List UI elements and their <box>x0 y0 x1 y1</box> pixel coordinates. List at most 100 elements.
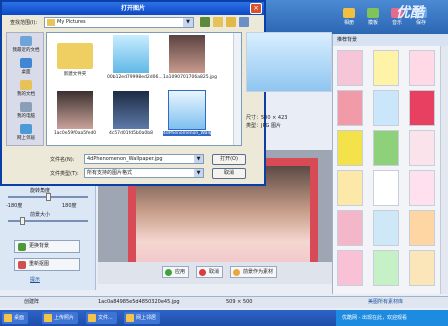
change-bg-button[interactable]: 更换背景 <box>14 240 80 253</box>
place-computer[interactable]: 我的电脑 <box>7 101 45 121</box>
gallery-thumb[interactable] <box>337 250 363 286</box>
gallery-thumb[interactable] <box>373 250 399 286</box>
cancel-button[interactable]: 取消 <box>212 168 246 179</box>
documents-icon <box>20 80 32 90</box>
gallery-thumb[interactable] <box>337 210 363 246</box>
preview-image <box>246 32 332 92</box>
image-thumbnail <box>113 91 149 129</box>
gallery-thumb[interactable] <box>409 90 435 126</box>
status-bar: 创建阵 1ac0a84985e5d4850320e45.jpg 509 × 50… <box>0 296 448 308</box>
file-list-scrollbar[interactable] <box>233 33 241 145</box>
folder-icon <box>44 314 52 322</box>
place-desktop[interactable]: 桌面 <box>7 57 45 77</box>
taskbar-item[interactable]: 上传照片 <box>42 312 79 324</box>
place-network[interactable]: 网上邻居 <box>7 123 45 143</box>
rotate-knob[interactable] <box>46 193 51 201</box>
check-icon <box>165 269 172 276</box>
place-recent[interactable]: 我最近的文档 <box>7 35 45 55</box>
recent-docs-icon <box>20 36 32 46</box>
tab-album[interactable]: 相册 <box>338 8 360 30</box>
dialog-title: 打开图片 <box>2 2 264 15</box>
image-thumbnail <box>169 35 205 73</box>
status-size: 509 × 500 <box>226 299 253 305</box>
gallery-thumb[interactable] <box>409 130 435 166</box>
desktop-icon <box>20 58 32 68</box>
gallery-thumb[interactable] <box>373 170 399 206</box>
size-knob[interactable] <box>20 217 25 225</box>
rotate-slider[interactable] <box>8 193 88 201</box>
gallery-thumb[interactable] <box>373 210 399 246</box>
apply-button[interactable]: 应用 <box>162 266 190 278</box>
taskbar-item[interactable]: 网上邻居 <box>124 312 161 324</box>
gallery-thumb[interactable] <box>373 90 399 126</box>
template-icon <box>367 8 379 18</box>
image-thumbnail <box>57 91 93 129</box>
gallery-thumb[interactable] <box>409 210 435 246</box>
new-folder-icon[interactable] <box>226 17 236 27</box>
status-left: 创建阵 <box>24 299 40 305</box>
foreground-material-button[interactable]: 前景作为素材 <box>230 266 278 278</box>
tab-template[interactable]: 模板 <box>362 8 384 30</box>
preview-type: 类型：JPG 图片 <box>246 123 281 129</box>
size-slider[interactable] <box>8 217 88 225</box>
image-thumbnail <box>168 90 206 130</box>
cancel-action-button[interactable]: 取消 <box>196 266 224 278</box>
gallery-thumb[interactable] <box>373 50 399 86</box>
album-icon <box>343 8 355 18</box>
back-icon[interactable] <box>200 17 210 27</box>
taskbar: 桌面 上传照片 文件... 网上邻居 优酷网 - 出现在此，欢迎观看 <box>0 310 448 326</box>
up-folder-icon[interactable] <box>213 17 223 27</box>
gallery-thumb[interactable] <box>337 50 363 86</box>
background-gallery: 推荐背景 <box>332 34 448 294</box>
close-button[interactable]: × <box>250 3 262 14</box>
file-item[interactable]: 1ac0e59f0aa5fed0 <box>51 91 99 143</box>
close-icon <box>199 269 206 276</box>
filetype-select[interactable]: 所有支持的图片格式 ▼ <box>84 168 204 178</box>
file-list: 新建文件夹 00b12ed79998ed2d06... 1a1090701706… <box>46 32 242 146</box>
place-documents[interactable]: 我的文档 <box>7 79 45 99</box>
filetype-label: 文件类型(T): <box>50 171 79 177</box>
gallery-thumb[interactable] <box>337 90 363 126</box>
taskbar-item[interactable]: 文件... <box>86 312 117 324</box>
file-item[interactable]: 新建文件夹 <box>51 35 99 87</box>
gallery-thumb[interactable] <box>409 250 435 286</box>
network-icon <box>126 314 134 322</box>
star-icon <box>233 269 240 276</box>
filename-input[interactable]: 4dPhenomenon_Wallpaper.jpg ▼ <box>84 154 204 164</box>
recut-button[interactable]: 重新抠图 <box>14 258 80 271</box>
filename-label: 文件名(N): <box>50 157 75 163</box>
status-filename: 1ac0a84985e5d4850320e45.jpg <box>98 299 180 305</box>
action-bar: 应用 取消 前景作为素材 <box>98 262 350 284</box>
chevron-down-icon: ▼ <box>194 169 203 177</box>
computer-icon <box>20 102 32 112</box>
look-in-select[interactable]: My Pictures ▼ <box>44 17 194 28</box>
view-menu-icon[interactable] <box>239 17 249 27</box>
open-image-dialog: 打开图片 × 查找范围(I): My Pictures ▼ 我最近的文档 桌面 … <box>0 0 332 186</box>
open-button[interactable]: 打开(O) <box>212 154 246 165</box>
file-item[interactable]: 1a1090701706a825.jpg <box>163 35 217 87</box>
file-icon <box>88 314 96 322</box>
gallery-thumb[interactable] <box>373 130 399 166</box>
file-item[interactable]: 00b12ed79998ed2d06... <box>107 35 163 87</box>
tips-link[interactable]: 提示 <box>30 276 40 283</box>
preview-size: 尺寸：500 × 423 <box>246 115 288 121</box>
chevron-down-icon: ▼ <box>194 155 203 163</box>
status-right-link[interactable]: 美图所有素材库 <box>368 297 403 308</box>
file-item[interactable]: 4c57d01fd5b0a0b8 <box>107 91 155 143</box>
gallery-thumb[interactable] <box>337 170 363 206</box>
places-bar: 我最近的文档 桌面 我的文档 我的电脑 网上邻居 <box>6 32 44 146</box>
cut-icon <box>18 261 26 269</box>
system-tray: 优酷网 - 出现在此，欢迎观看 <box>336 310 448 326</box>
file-item-selected[interactable]: 4dPhenomenon_Wallpaper.jpg <box>163 90 231 143</box>
image-thumbnail <box>113 35 149 73</box>
range-max-label: 180度 <box>62 203 77 209</box>
gallery-thumb[interactable] <box>409 170 435 206</box>
network-icon <box>20 124 32 134</box>
preview-info: 尺寸：500 × 423 类型：JPG 图片 <box>246 114 332 130</box>
chevron-down-icon: ▼ <box>183 18 193 27</box>
gallery-thumb[interactable] <box>337 130 363 166</box>
gallery-thumb[interactable] <box>409 50 435 86</box>
preview-pane: 尺寸：500 × 423 类型：JPG 图片 <box>246 32 332 146</box>
taskbar-item[interactable]: 桌面 <box>2 312 29 324</box>
gallery-scrollbar[interactable] <box>440 46 448 294</box>
